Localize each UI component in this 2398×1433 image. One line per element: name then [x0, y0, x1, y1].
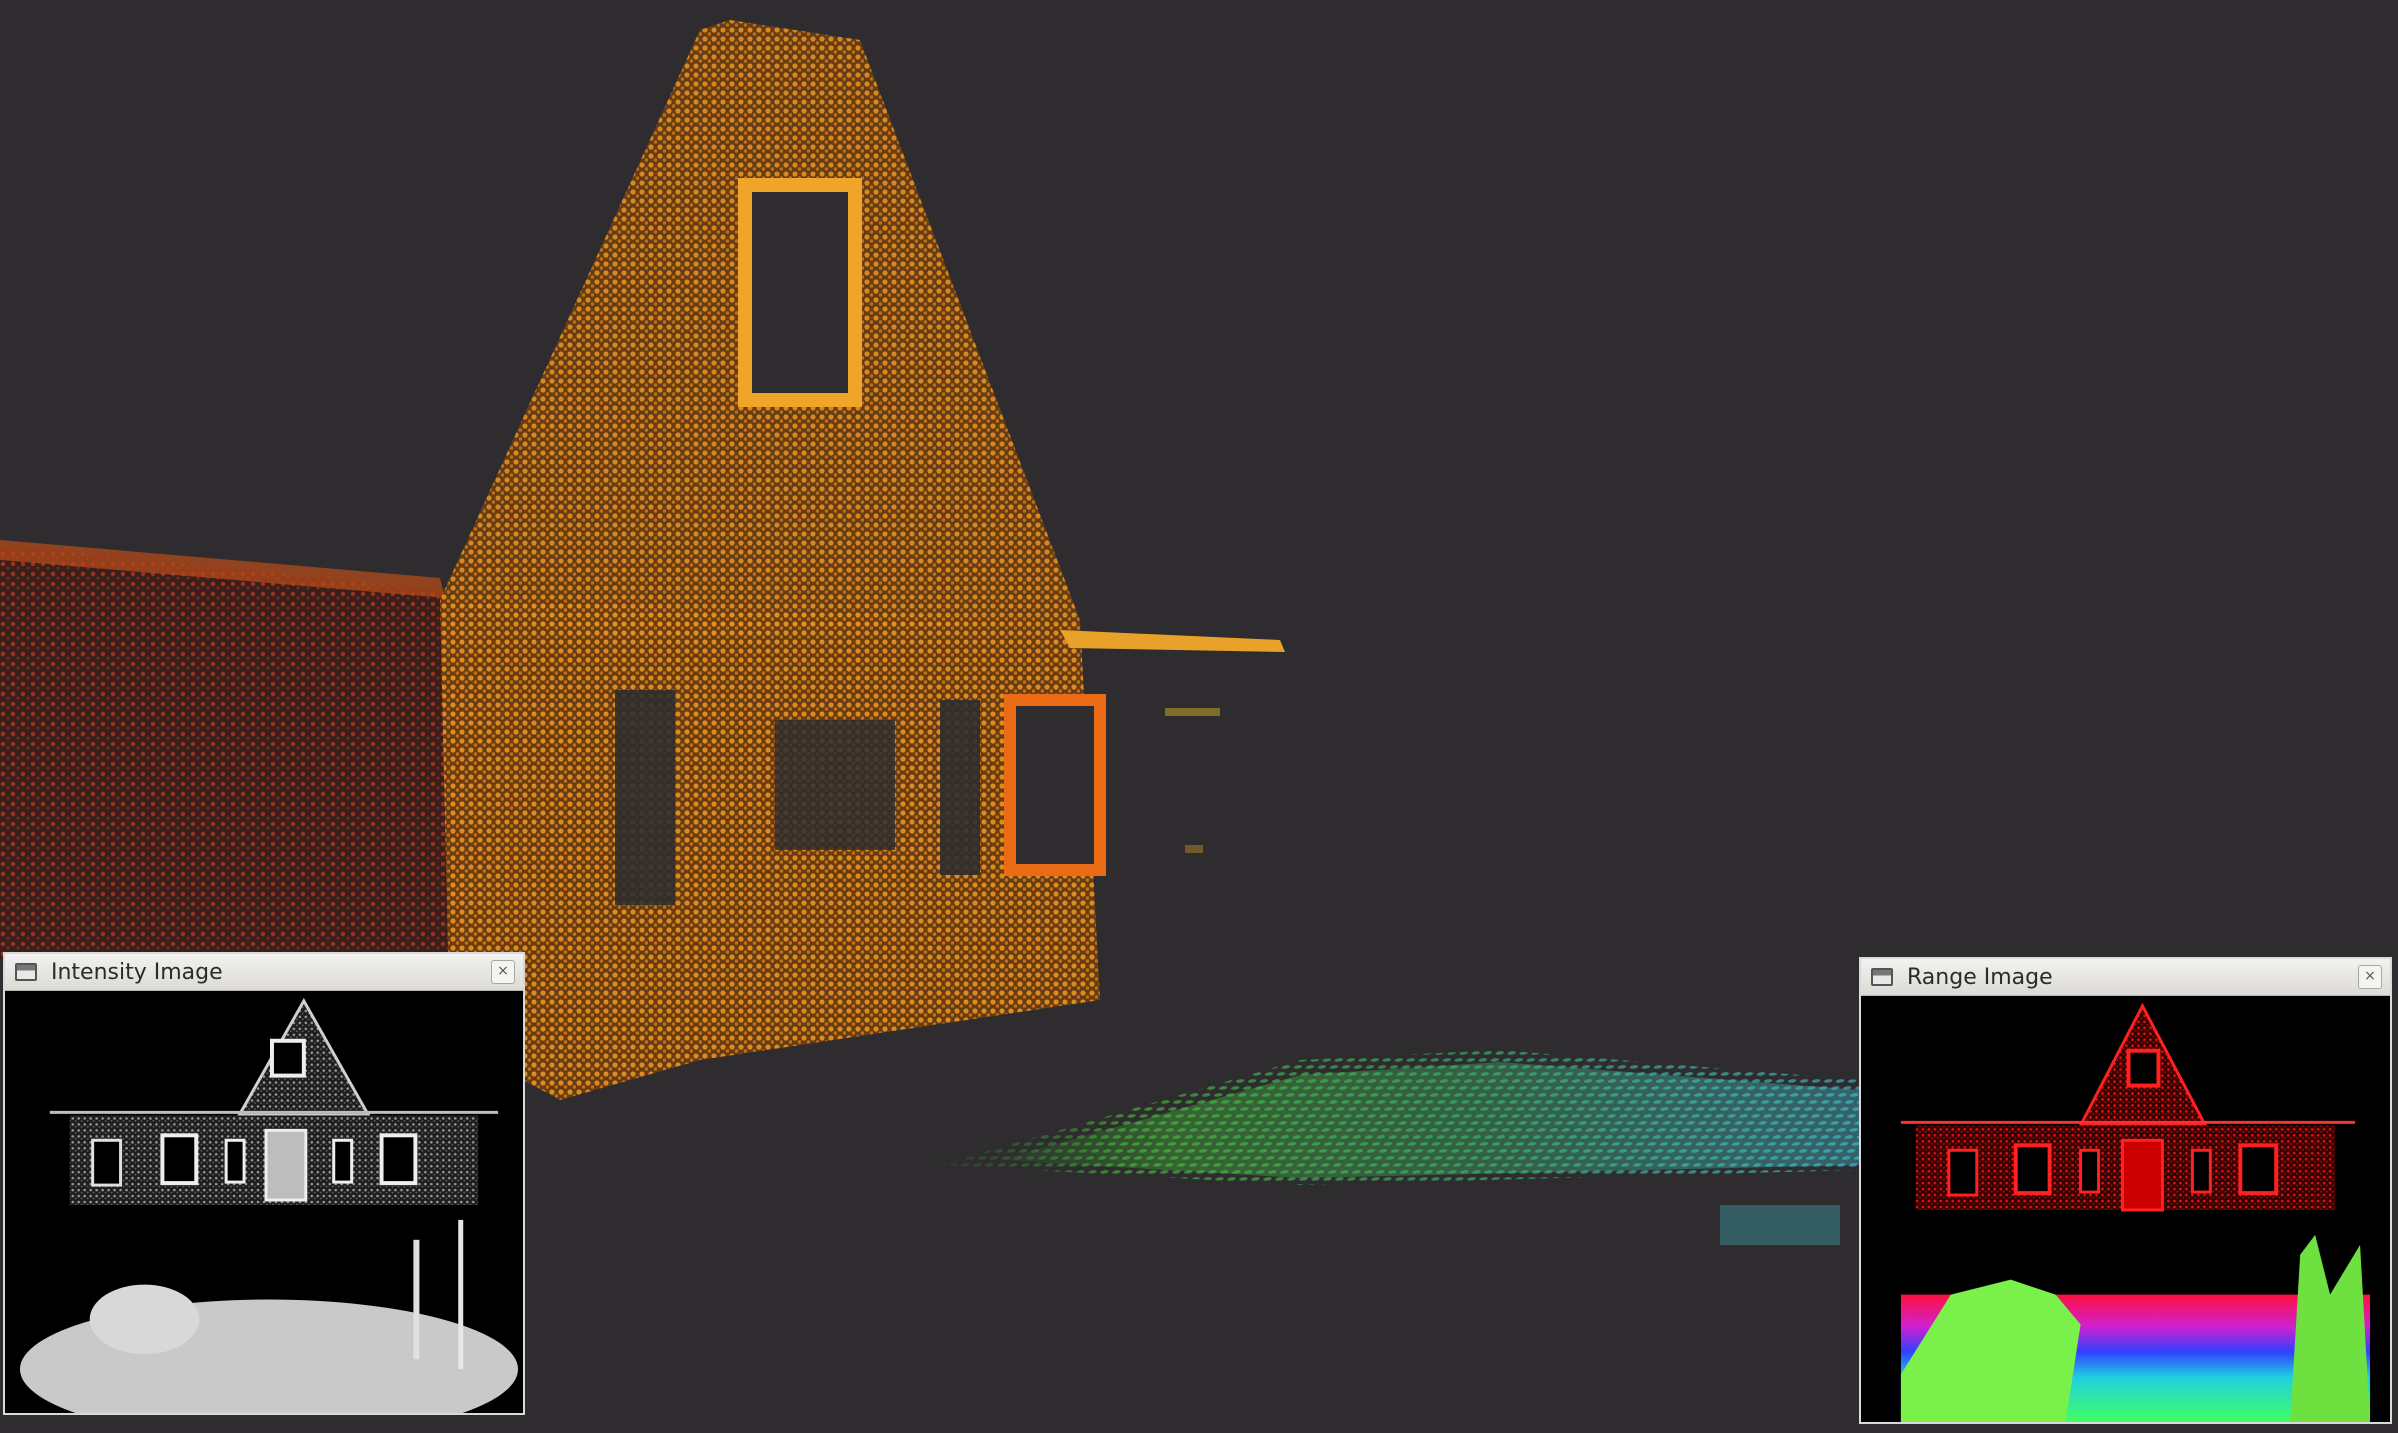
stray-points-2	[1185, 845, 1203, 853]
close-button[interactable]: ×	[2358, 965, 2382, 989]
window-icon	[15, 963, 37, 981]
house-facade	[440, 600, 1100, 1100]
intensity-window-titlebar[interactable]: Intensity Image ×	[5, 954, 523, 991]
gable-window	[738, 178, 862, 407]
range-window-title: Range Image	[1907, 964, 2053, 990]
roof-eave	[1060, 630, 1285, 652]
range-image-canvas	[1861, 996, 2390, 1422]
ground-stray-cyan	[1720, 1205, 1840, 1245]
facade-door	[775, 720, 895, 850]
facade-window-1	[615, 690, 675, 905]
window-icon	[1871, 968, 1893, 986]
intensity-image-window[interactable]: Intensity Image ×	[3, 952, 525, 1415]
range-window-titlebar[interactable]: Range Image ×	[1861, 959, 2390, 996]
close-button[interactable]: ×	[491, 960, 515, 984]
intensity-window-title: Intensity Image	[51, 959, 223, 985]
range-image-window[interactable]: Range Image ×	[1859, 957, 2392, 1424]
facade-window-2	[940, 700, 980, 875]
stray-points-1	[1165, 708, 1220, 716]
facade-window-3	[1004, 694, 1106, 876]
intensity-image-canvas	[5, 991, 523, 1413]
